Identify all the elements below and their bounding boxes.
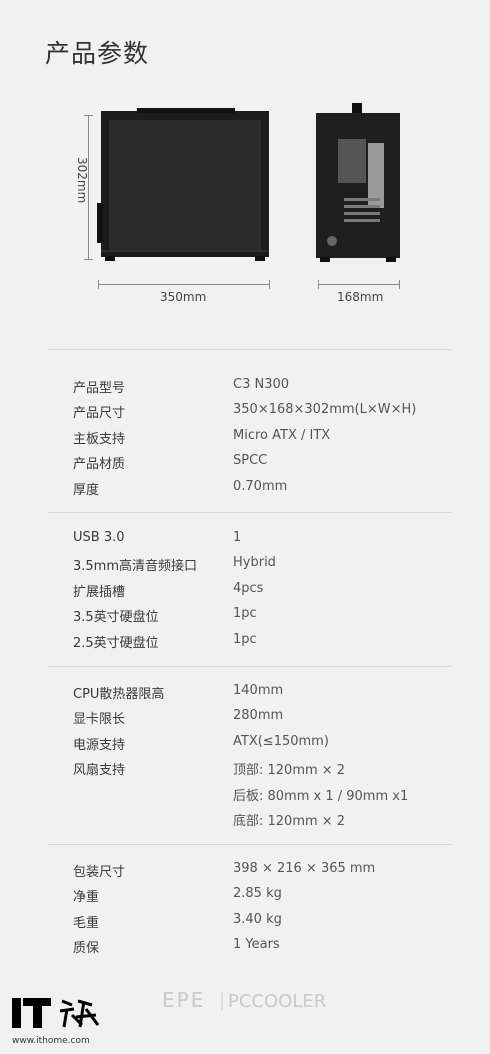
- spec-key: CPU散热器限高: [73, 687, 165, 702]
- spec-key: 2.5英寸硬盘位: [73, 636, 159, 651]
- spec-key: 净重: [73, 890, 100, 905]
- spec-row: 2.5英寸硬盘位 1pc: [0, 632, 490, 654]
- spec-key: 扩展插槽: [73, 585, 126, 600]
- divider: [48, 844, 451, 845]
- spec-value: Hybrid: [233, 555, 276, 570]
- spec-row: 3.5英寸硬盘位 1pc: [0, 606, 490, 628]
- spec-row: 产品材质 SPCC: [0, 453, 490, 475]
- spec-key: 显卡限长: [73, 712, 126, 727]
- spec-row: 质保 1 Years: [0, 937, 490, 959]
- spec-value: 1pc: [233, 632, 257, 647]
- divider: [48, 349, 451, 350]
- divider: [48, 666, 451, 667]
- spec-key: 包装尺寸: [73, 865, 126, 880]
- spec-row: 电源支持 ATX(≤150mm): [0, 734, 490, 756]
- case-front-image: [97, 108, 269, 261]
- spec-row: 产品型号 C3 N300: [0, 377, 490, 399]
- spec-row: 毛重 3.40 kg: [0, 912, 490, 934]
- spec-key: 主板支持: [73, 432, 126, 447]
- spec-value: 2.85 kg: [233, 886, 282, 901]
- spec-row: CPU散热器限高 140mm: [0, 683, 490, 705]
- spec-key: 3.5mm高清音频接口: [73, 559, 198, 574]
- spec-value: 底部: 120mm × 2: [233, 814, 346, 829]
- spec-value: 1pc: [233, 606, 257, 621]
- spec-value: C3 N300: [233, 377, 290, 392]
- spec-value: 顶部: 120mm × 2: [233, 763, 346, 778]
- spec-value: 280mm: [233, 708, 284, 723]
- spec-value: Micro ATX / ITX: [233, 428, 331, 443]
- spec-row: 净重 2.85 kg: [0, 886, 490, 908]
- spec-value: 398 × 216 × 365 mm: [233, 861, 376, 876]
- ithome-logo: [12, 998, 100, 1028]
- width-label: 350mm: [160, 290, 207, 304]
- spec-row: USB 3.0 1: [0, 530, 490, 552]
- case-side-image: [316, 103, 400, 262]
- spec-key: USB 3.0: [73, 530, 125, 545]
- spec-value: 0.70mm: [233, 479, 288, 494]
- spec-row: 厚度 0.70mm: [0, 479, 490, 501]
- site-url: www.ithome.com: [12, 1036, 90, 1046]
- spec-key: 质保: [73, 941, 100, 956]
- spec-row: 产品尺寸 350×168×302mm(L×W×H): [0, 402, 490, 424]
- spec-row: 底部: 120mm × 2: [0, 810, 490, 832]
- spec-key: 毛重: [73, 916, 100, 931]
- spec-value: SPCC: [233, 453, 268, 468]
- spec-row: 3.5mm高清音频接口 Hybrid: [0, 555, 490, 577]
- spec-value: 1 Years: [233, 937, 280, 952]
- height-label: 302mm: [75, 157, 89, 204]
- brand-right-text: PCCOOLER: [228, 991, 326, 1012]
- spec-key: 电源支持: [73, 738, 126, 753]
- spec-key: 产品尺寸: [73, 406, 126, 421]
- brand-logo: EPE PCCOOLER: [162, 988, 326, 1012]
- spec-value: 3.40 kg: [233, 912, 282, 927]
- spec-row: 包装尺寸 398 × 216 × 365 mm: [0, 861, 490, 883]
- width-dimension-line: [98, 284, 270, 285]
- spec-row: 后板: 80mm x 1 / 90mm x1: [0, 785, 490, 807]
- spec-key: 风扇支持: [73, 763, 126, 778]
- spec-row: 风扇支持 顶部: 120mm × 2: [0, 759, 490, 781]
- spec-value: 350×168×302mm(L×W×H): [233, 402, 417, 417]
- spec-value: 1: [233, 530, 242, 545]
- spec-row: 显卡限长 280mm: [0, 708, 490, 730]
- depth-dimension-line: [318, 284, 400, 285]
- spec-key: 产品型号: [73, 381, 126, 396]
- spec-value: 140mm: [233, 683, 284, 698]
- spec-value: ATX(≤150mm): [233, 734, 329, 749]
- page-title: 产品参数: [45, 39, 150, 68]
- spec-key: 3.5英寸硬盘位: [73, 610, 159, 625]
- brand-left-text: EPE: [162, 988, 205, 1012]
- divider: [48, 512, 451, 513]
- spec-row: 扩展插槽 4pcs: [0, 581, 490, 603]
- spec-value: 4pcs: [233, 581, 264, 596]
- spec-row: 主板支持 Micro ATX / ITX: [0, 428, 490, 450]
- spec-key: 厚度: [73, 483, 100, 498]
- spec-key: 产品材质: [73, 457, 126, 472]
- depth-label: 168mm: [337, 290, 384, 304]
- spec-value: 后板: 80mm x 1 / 90mm x1: [233, 789, 409, 804]
